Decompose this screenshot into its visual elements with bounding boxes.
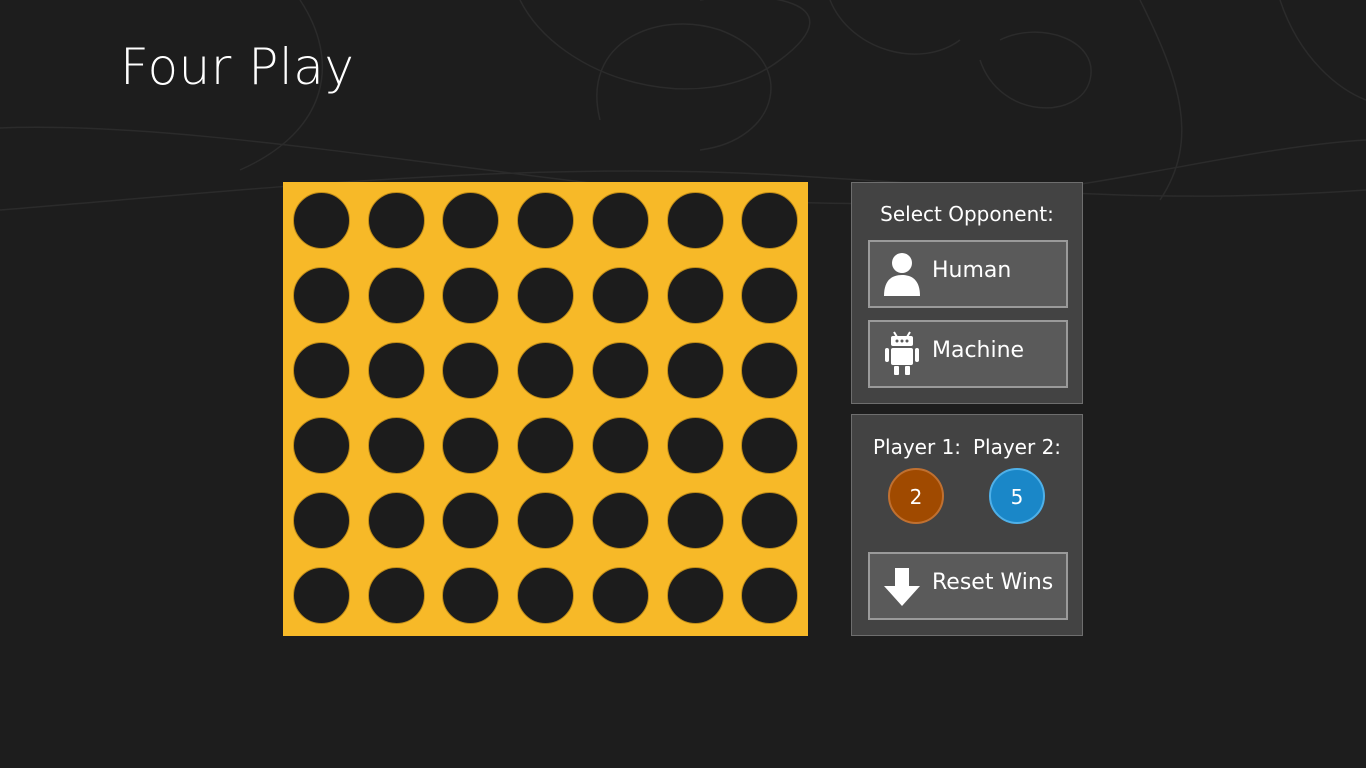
board-slot[interactable] (666, 342, 724, 399)
machine-button-label: Machine (932, 338, 1025, 363)
board-slot[interactable] (293, 267, 350, 324)
board-slot[interactable] (591, 342, 649, 399)
board-slot[interactable] (666, 192, 724, 249)
board-slot[interactable] (293, 492, 350, 549)
board-slot[interactable] (741, 567, 799, 624)
board-slot[interactable] (741, 492, 799, 549)
machine-button[interactable]: Machine (868, 320, 1068, 388)
board-slot[interactable] (367, 192, 425, 249)
board-slot[interactable] (293, 192, 350, 249)
board-slot[interactable] (517, 492, 575, 549)
human-button[interactable]: Human (868, 240, 1068, 308)
game-board[interactable] (283, 182, 808, 636)
board-slot[interactable] (741, 267, 799, 324)
board-slot[interactable] (666, 492, 724, 549)
board-slot[interactable] (442, 492, 500, 549)
player2-wins-badge: 5 (989, 468, 1045, 524)
board-slot[interactable] (367, 567, 425, 624)
board-slot[interactable] (517, 417, 575, 474)
board-slot[interactable] (442, 417, 500, 474)
board-slot[interactable] (591, 567, 649, 624)
board-slot[interactable] (591, 492, 649, 549)
board-slot[interactable] (293, 567, 350, 624)
board-slot[interactable] (591, 267, 649, 324)
board-slot[interactable] (741, 192, 799, 249)
board-slot[interactable] (367, 342, 425, 399)
human-button-label: Human (932, 258, 1012, 283)
opponent-panel: Select Opponent: Human Machine (851, 182, 1083, 404)
board-slot[interactable] (517, 267, 575, 324)
person-icon (884, 253, 920, 296)
board-slot[interactable] (591, 417, 649, 474)
down-arrow-icon (884, 568, 920, 606)
board-slot[interactable] (442, 267, 500, 324)
board-slot[interactable] (666, 267, 724, 324)
reset-wins-button-label: Reset Wins (932, 570, 1054, 595)
board-slot[interactable] (591, 192, 649, 249)
board-slot[interactable] (367, 492, 425, 549)
board-slot[interactable] (367, 267, 425, 324)
player2-label: Player 2: (972, 435, 1062, 459)
robot-icon (885, 331, 919, 375)
page-title: Four Play (120, 38, 355, 96)
board-slot[interactable] (741, 342, 799, 399)
board-slot[interactable] (741, 417, 799, 474)
board-slot[interactable] (442, 567, 500, 624)
board-slot[interactable] (517, 192, 575, 249)
player1-label: Player 1: (872, 435, 962, 459)
board-slot[interactable] (293, 417, 350, 474)
board-slot[interactable] (293, 342, 350, 399)
board-slot[interactable] (666, 567, 724, 624)
score-panel: Player 1: Player 2: 2 5 Reset Wins (851, 414, 1083, 636)
board-slot[interactable] (666, 417, 724, 474)
board-slot[interactable] (367, 417, 425, 474)
reset-wins-button[interactable]: Reset Wins (868, 552, 1068, 620)
select-opponent-heading: Select Opponent: (880, 202, 1054, 226)
board-slot[interactable] (517, 567, 575, 624)
player1-wins-badge: 2 (888, 468, 944, 524)
board-slot[interactable] (442, 192, 500, 249)
board-slot[interactable] (517, 342, 575, 399)
board-slot[interactable] (442, 342, 500, 399)
